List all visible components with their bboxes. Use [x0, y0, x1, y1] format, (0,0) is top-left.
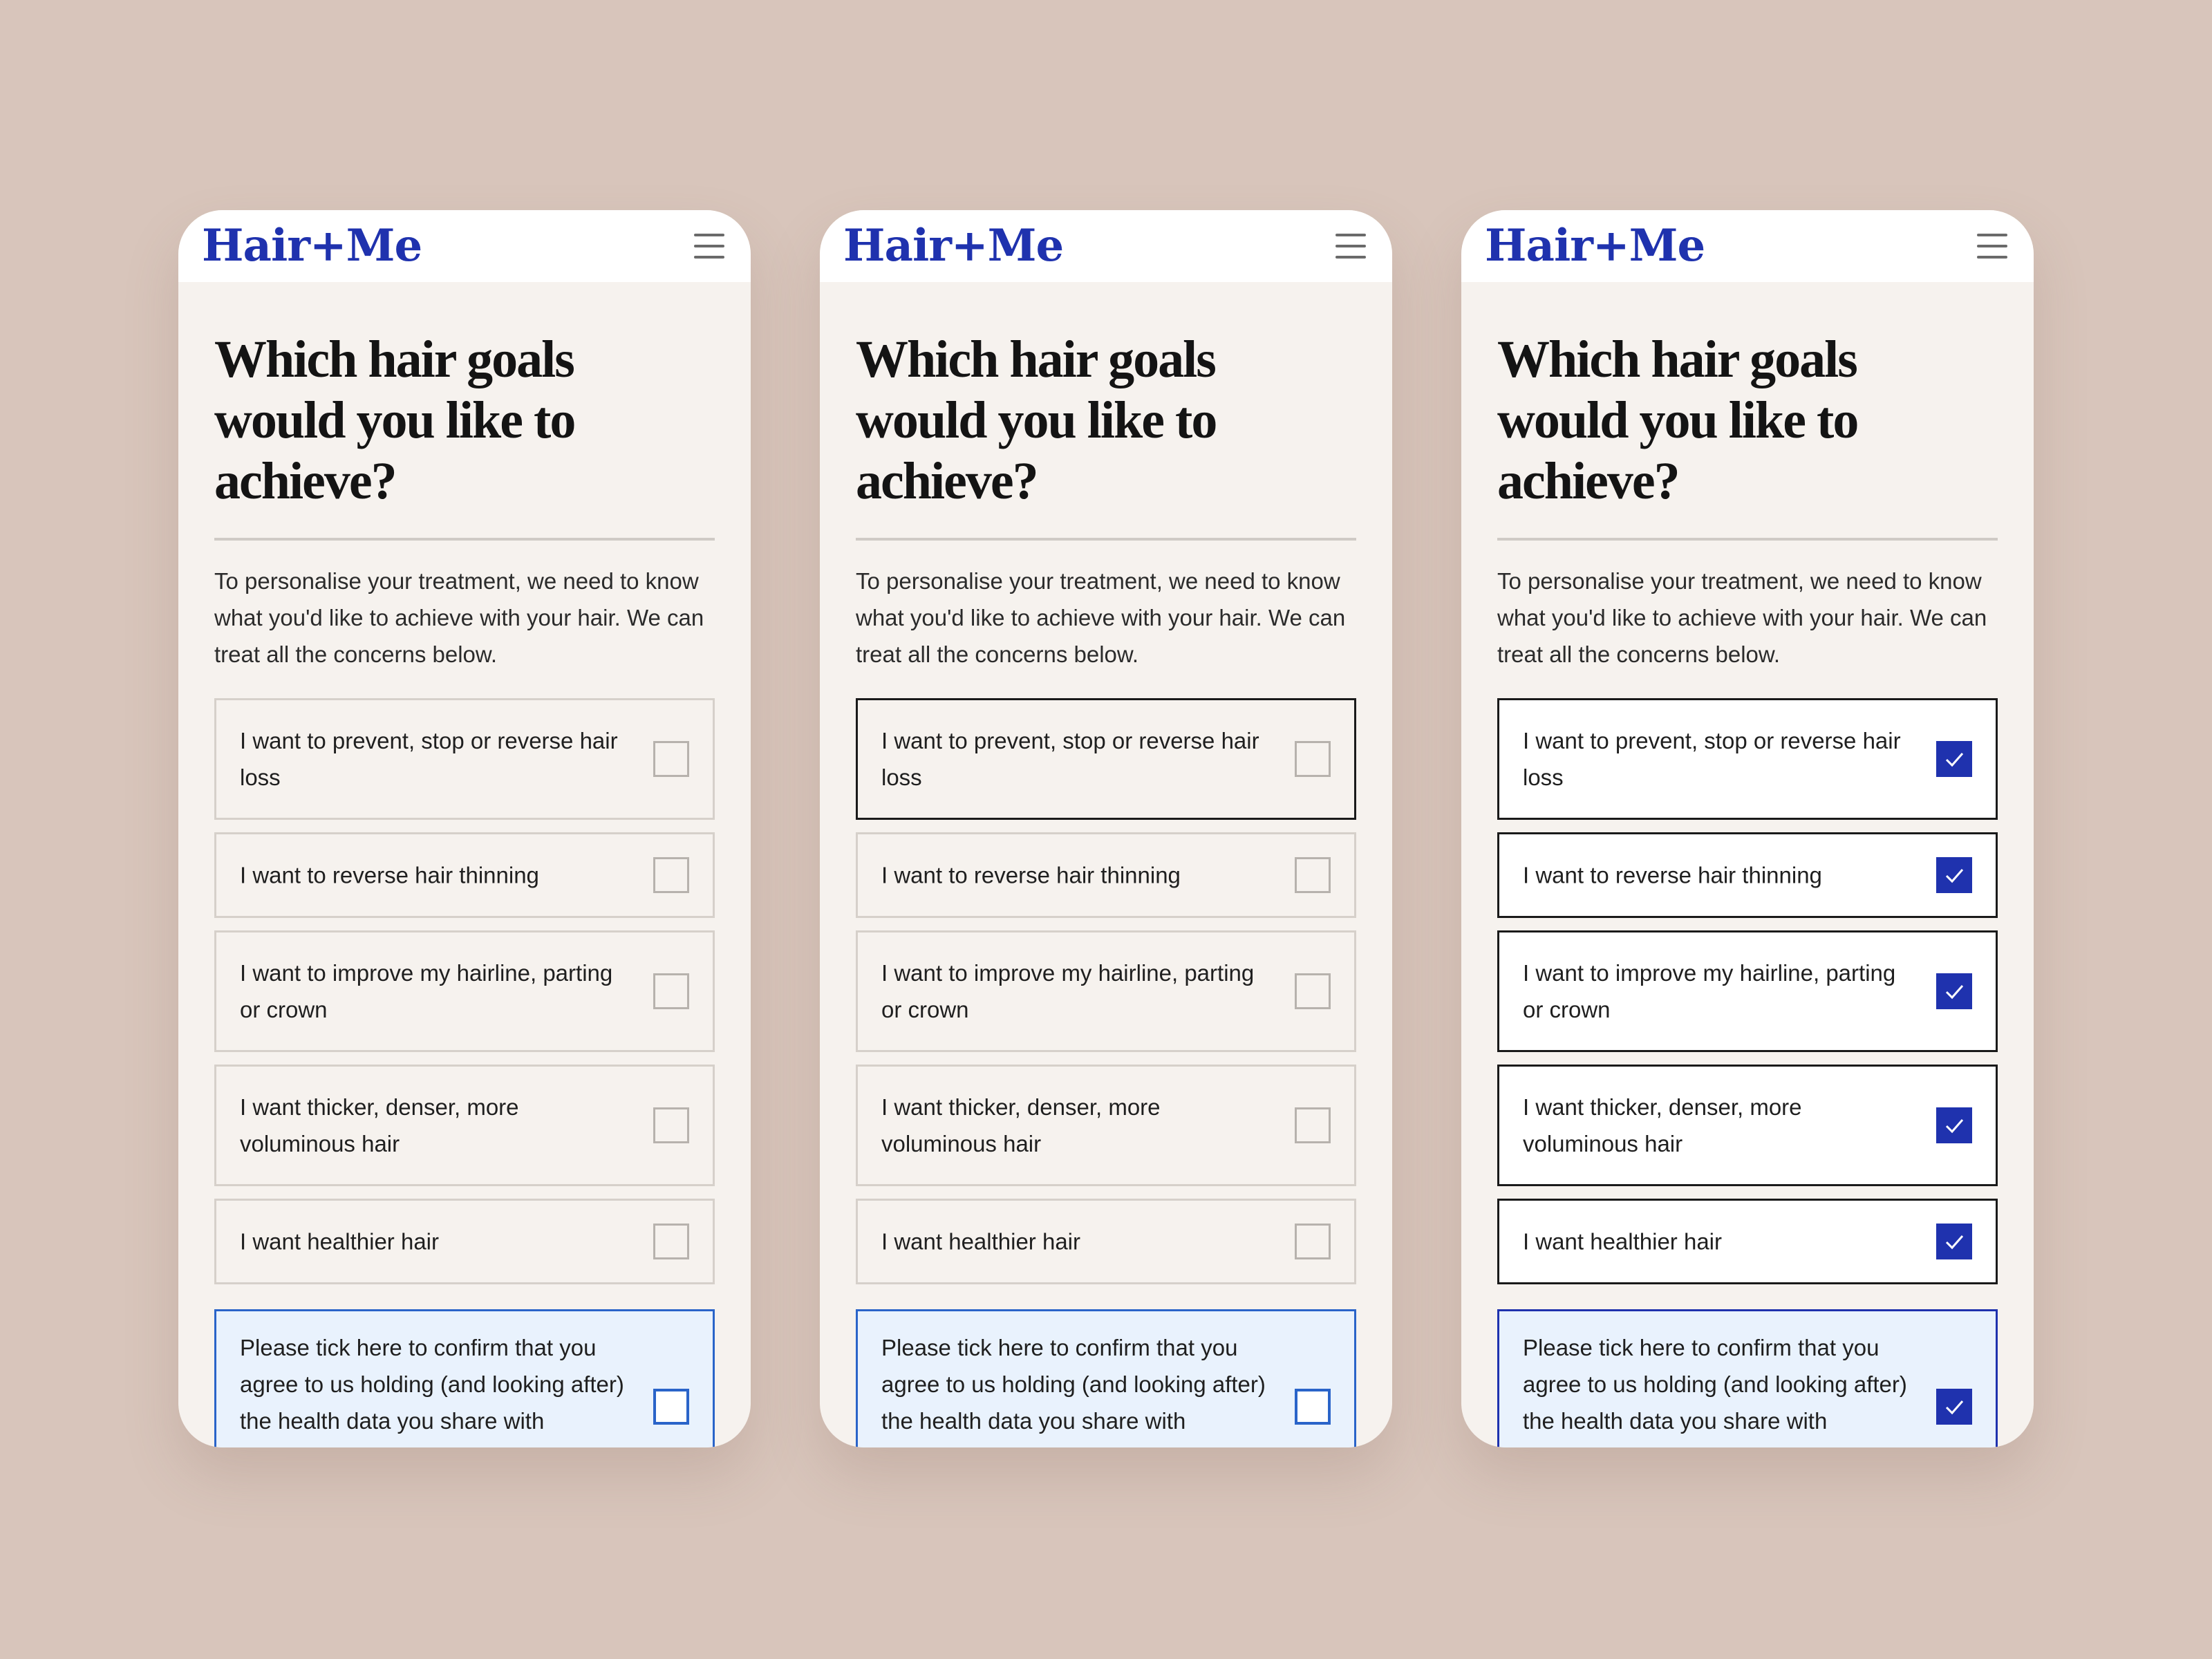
option-reverse-thinning[interactable]: I want to reverse hair thinning [214, 832, 715, 918]
consent-label: Please tick here to confirm that you agr… [881, 1335, 1266, 1434]
consent-label: Please tick here to confirm that you agr… [1523, 1335, 1907, 1434]
checkbox-icon[interactable] [1295, 1389, 1331, 1425]
checkbox-icon[interactable] [1295, 973, 1331, 1009]
option-reverse-thinning[interactable]: I want to reverse hair thinning [856, 832, 1356, 918]
option-prevent-hair-loss[interactable]: I want to prevent, stop or reverse hair … [856, 698, 1356, 820]
option-label: I want healthier hair [1523, 1228, 1722, 1255]
checkmark-icon[interactable] [1936, 1224, 1972, 1259]
option-label: I want thicker, denser, more voluminous … [881, 1094, 1161, 1156]
option-thicker-hair[interactable]: I want thicker, denser, more voluminous … [214, 1065, 715, 1186]
consent-option[interactable]: Please tick here to confirm that you agr… [214, 1309, 715, 1447]
checkmark-icon[interactable] [1936, 1107, 1972, 1143]
option-improve-hairline[interactable]: I want to improve my hairline, parting o… [1497, 930, 1998, 1052]
option-label: I want to prevent, stop or reverse hair … [240, 728, 618, 790]
checkbox-icon[interactable] [1295, 857, 1331, 893]
option-healthier-hair[interactable]: I want healthier hair [856, 1199, 1356, 1284]
consent-option[interactable]: Please tick here to confirm that you agr… [856, 1309, 1356, 1447]
option-prevent-hair-loss[interactable]: I want to prevent, stop or reverse hair … [214, 698, 715, 820]
top-bar: Hair+Me [178, 210, 751, 282]
checkbox-icon[interactable] [653, 973, 689, 1009]
option-label: I want healthier hair [881, 1228, 1080, 1255]
option-label: I want to prevent, stop or reverse hair … [881, 728, 1259, 790]
checkmark-icon[interactable] [1936, 1389, 1972, 1425]
divider [1497, 538, 1998, 541]
brand-logo[interactable]: Hair+Me [202, 218, 422, 274]
checkbox-icon[interactable] [653, 741, 689, 777]
checkbox-icon[interactable] [653, 857, 689, 893]
top-bar: Hair+Me [820, 210, 1392, 282]
option-label: I want healthier hair [240, 1228, 439, 1255]
option-healthier-hair[interactable]: I want healthier hair [214, 1199, 715, 1284]
option-prevent-hair-loss[interactable]: I want to prevent, stop or reverse hair … [1497, 698, 1998, 820]
phone-screen-focused: Hair+Me Which hair goals would you like … [820, 210, 1392, 1447]
divider [214, 538, 715, 541]
hamburger-menu-icon[interactable] [1977, 234, 2007, 259]
option-label: I want to prevent, stop or reverse hair … [1523, 728, 1901, 790]
hamburger-menu-icon[interactable] [694, 234, 724, 259]
page-title: Which hair goals would you like to achie… [1497, 330, 1859, 510]
option-improve-hairline[interactable]: I want to improve my hairline, parting o… [214, 930, 715, 1052]
intro-text: To personalise your treatment, we need t… [214, 568, 704, 667]
checkmark-icon[interactable] [1936, 857, 1972, 893]
checkbox-icon[interactable] [653, 1107, 689, 1143]
hamburger-menu-icon[interactable] [1335, 234, 1366, 259]
divider [856, 538, 1356, 541]
intro-text: To personalise your treatment, we need t… [1497, 568, 1987, 667]
brand-logo[interactable]: Hair+Me [843, 218, 1064, 274]
consent-label: Please tick here to confirm that you agr… [240, 1335, 624, 1434]
option-label: I want thicker, denser, more voluminous … [1523, 1094, 1802, 1156]
option-thicker-hair[interactable]: I want thicker, denser, more voluminous … [1497, 1065, 1998, 1186]
phone-screen-selected: Hair+Me Which hair goals would you like … [1461, 210, 2034, 1447]
option-thicker-hair[interactable]: I want thicker, denser, more voluminous … [856, 1065, 1356, 1186]
phone-screen-default: Hair+Me Which hair goals would you like … [178, 210, 751, 1447]
option-label: I want to improve my hairline, parting o… [1523, 960, 1896, 1022]
page-title: Which hair goals would you like to achie… [214, 330, 576, 510]
checkbox-icon[interactable] [653, 1224, 689, 1259]
top-bar: Hair+Me [1461, 210, 2034, 282]
page-title: Which hair goals would you like to achie… [856, 330, 1217, 510]
consent-option[interactable]: Please tick here to confirm that you agr… [1497, 1309, 1998, 1447]
checkbox-icon[interactable] [653, 1389, 689, 1425]
option-label: I want to improve my hairline, parting o… [240, 960, 613, 1022]
option-label: I want to reverse hair thinning [240, 862, 539, 888]
checkmark-icon[interactable] [1936, 741, 1972, 777]
option-label: I want to reverse hair thinning [881, 862, 1181, 888]
brand-logo[interactable]: Hair+Me [1485, 218, 1705, 274]
option-reverse-thinning[interactable]: I want to reverse hair thinning [1497, 832, 1998, 918]
option-improve-hairline[interactable]: I want to improve my hairline, parting o… [856, 930, 1356, 1052]
checkbox-icon[interactable] [1295, 1107, 1331, 1143]
checkbox-icon[interactable] [1295, 1224, 1331, 1259]
checkbox-icon[interactable] [1295, 741, 1331, 777]
intro-text: To personalise your treatment, we need t… [856, 568, 1346, 667]
checkmark-icon[interactable] [1936, 973, 1972, 1009]
option-label: I want to improve my hairline, parting o… [881, 960, 1255, 1022]
option-label: I want to reverse hair thinning [1523, 862, 1822, 888]
option-label: I want thicker, denser, more voluminous … [240, 1094, 519, 1156]
option-healthier-hair[interactable]: I want healthier hair [1497, 1199, 1998, 1284]
